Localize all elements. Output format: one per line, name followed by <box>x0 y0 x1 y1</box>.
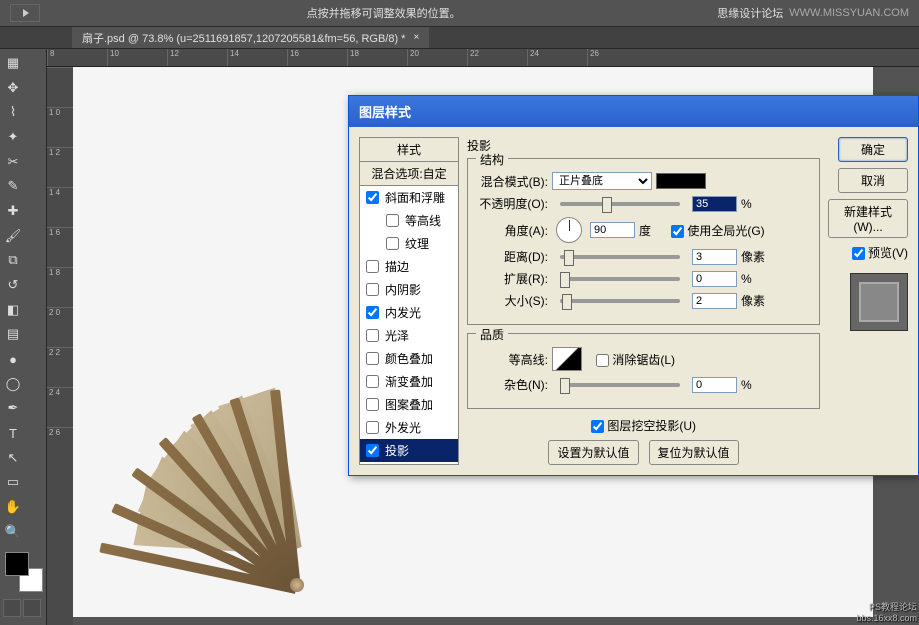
angle-input[interactable] <box>590 222 635 238</box>
blending-options[interactable]: 混合选项:自定 <box>360 162 458 186</box>
zoom-tool[interactable]: 🔍 <box>3 522 23 542</box>
cancel-button[interactable]: 取消 <box>838 168 908 193</box>
distance-input[interactable] <box>692 249 737 265</box>
styles-header[interactable]: 样式 <box>360 138 458 162</box>
size-input[interactable] <box>692 293 737 309</box>
panel-drop-shadow: 投影 结构 混合模式(B): 正片叠底 不透明度(O): % 角度(A): <box>467 137 820 465</box>
spread-slider[interactable] <box>560 277 680 281</box>
style-drop-shadow[interactable]: 投影 <box>360 439 458 462</box>
quickmask-mode[interactable] <box>23 599 41 617</box>
path-tool[interactable]: ↖ <box>3 448 23 468</box>
opacity-input[interactable] <box>692 196 737 212</box>
shadow-color-chip[interactable] <box>656 173 706 189</box>
style-texture[interactable]: 纹理 <box>360 232 458 255</box>
brand-left: 思缘设计论坛 <box>717 5 783 21</box>
history-brush-tool[interactable]: ↺ <box>3 275 23 295</box>
distance-label: 距离(D): <box>478 248 548 265</box>
gradient-tool[interactable]: ▤ <box>3 324 23 344</box>
make-default-button[interactable]: 设置为默认值 <box>548 440 638 465</box>
new-style-button[interactable]: 新建样式(W)... <box>828 199 908 238</box>
lasso-tool[interactable]: ⌇ <box>3 102 23 122</box>
style-inner-glow[interactable]: 内发光 <box>360 301 458 324</box>
options-bar-hint: 点按并拖移可调整效果的位置。 <box>50 5 717 21</box>
foreground-color[interactable] <box>5 552 29 576</box>
blur-tool[interactable]: ● <box>3 349 23 369</box>
hand-tool[interactable]: ✋ <box>3 497 23 517</box>
noise-input[interactable] <box>692 377 737 393</box>
style-satin[interactable]: 光泽 <box>360 324 458 347</box>
pen-tool[interactable]: ✒ <box>3 398 23 418</box>
close-icon[interactable]: × <box>413 32 419 43</box>
move-tool[interactable]: ✥ <box>3 78 23 98</box>
color-swatches[interactable] <box>5 552 43 592</box>
toolbox: ▦ ✥ ⌇ ✦ ✂ ✎ ✚ 🖌 ⧉ ↺ ◧ ▤ ● ◯ ✒ T ↖ ▭ ✋ 🔍 <box>0 49 47 625</box>
style-gradient-overlay[interactable]: 渐变叠加 <box>360 370 458 393</box>
ok-button[interactable]: 确定 <box>838 137 908 162</box>
style-stroke[interactable]: 描边 <box>360 255 458 278</box>
crop-tool[interactable]: ✂ <box>3 152 23 172</box>
shape-tool[interactable]: ▭ <box>3 472 23 492</box>
noise-slider[interactable] <box>560 383 680 387</box>
knockout-checkbox[interactable] <box>591 420 604 433</box>
preview-checkbox[interactable] <box>852 247 865 260</box>
structure-legend: 结构 <box>476 151 508 168</box>
style-color-overlay[interactable]: 颜色叠加 <box>360 347 458 370</box>
watermark: PS教程论坛 bbs.16xx8.com <box>856 600 917 623</box>
style-inner-shadow[interactable]: 内阴影 <box>360 278 458 301</box>
blend-mode-select[interactable]: 正片叠底 <box>552 172 652 190</box>
move-tool-indicator <box>10 4 40 22</box>
opacity-slider[interactable] <box>560 202 680 206</box>
marquee-tool[interactable]: ▦ <box>3 53 23 73</box>
spread-input[interactable] <box>692 271 737 287</box>
type-tool[interactable]: T <box>3 423 23 443</box>
document-tab[interactable]: 扇子.psd @ 73.8% (u=2511691857,1207205581&… <box>72 27 429 48</box>
global-light-checkbox[interactable] <box>671 225 684 238</box>
style-list: 样式 混合选项:自定 斜面和浮雕 等高线 纹理 描边 内阴影 内发光 光泽 颜色… <box>359 137 459 465</box>
spread-label: 扩展(R): <box>478 270 548 287</box>
angle-label: 角度(A): <box>478 222 548 239</box>
antialias-checkbox[interactable] <box>596 354 609 367</box>
dialog-title: 图层样式 <box>349 96 918 127</box>
eraser-tool[interactable]: ◧ <box>3 300 23 320</box>
brand-right: WWW.MISSYUAN.COM <box>789 7 909 19</box>
distance-slider[interactable] <box>560 255 680 259</box>
quality-legend: 品质 <box>476 326 508 343</box>
size-slider[interactable] <box>560 299 680 303</box>
document-tab-title: 扇子.psd @ 73.8% (u=2511691857,1207205581&… <box>82 30 405 46</box>
dodge-tool[interactable]: ◯ <box>3 374 23 394</box>
blend-mode-label: 混合模式(B): <box>478 173 548 190</box>
brush-tool[interactable]: 🖌 <box>3 226 23 246</box>
panel-title: 投影 <box>467 137 820 154</box>
standard-mode[interactable] <box>3 599 21 617</box>
layer-style-dialog: 图层样式 样式 混合选项:自定 斜面和浮雕 等高线 纹理 描边 内阴影 内发光 … <box>348 95 919 476</box>
opacity-label: 不透明度(O): <box>478 195 548 212</box>
contour-label: 等高线: <box>478 351 548 368</box>
size-label: 大小(S): <box>478 292 548 309</box>
style-pattern-overlay[interactable]: 图案叠加 <box>360 393 458 416</box>
style-outer-glow[interactable]: 外发光 <box>360 416 458 439</box>
reset-default-button[interactable]: 复位为默认值 <box>649 440 739 465</box>
style-bevel[interactable]: 斜面和浮雕 <box>360 186 458 209</box>
noise-label: 杂色(N): <box>478 376 548 393</box>
wand-tool[interactable]: ✦ <box>3 127 23 147</box>
eyedropper-tool[interactable]: ✎ <box>3 176 23 196</box>
ruler-horizontal: 8101214161820222426 <box>47 49 919 67</box>
style-contour[interactable]: 等高线 <box>360 209 458 232</box>
angle-control[interactable] <box>556 217 582 243</box>
ruler-vertical: 1 01 21 41 61 82 02 22 42 6 <box>47 67 73 625</box>
heal-tool[interactable]: ✚ <box>3 201 23 221</box>
stamp-tool[interactable]: ⧉ <box>3 250 23 270</box>
contour-swatch[interactable] <box>552 347 582 371</box>
preview-thumbnail <box>850 273 908 331</box>
